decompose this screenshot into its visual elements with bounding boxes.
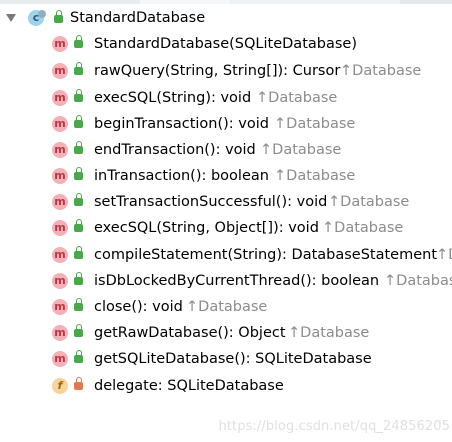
method-icon: m: [52, 36, 68, 52]
public-lock-icon: [74, 193, 83, 206]
tree-item-method[interactable]: m inTransaction(): boolean ↑Database: [0, 164, 452, 190]
item-signature: rawQuery(String, String[]): Cursor: [94, 63, 341, 79]
class-modifier-icon: [38, 10, 46, 18]
item-signature: StandardDatabase(SQLiteDatabase): [94, 36, 357, 52]
toolbar-segment: [140, 0, 230, 4]
item-signature: getRawDatabase(): Object: [94, 325, 286, 341]
public-lock-icon: [74, 89, 83, 102]
method-icon: m: [52, 351, 68, 367]
inherited-from-label: ↑Database: [340, 63, 422, 79]
tree-item-field[interactable]: f delegate: SQLiteDatabase: [0, 374, 452, 400]
item-signature: execSQL(String): void: [94, 90, 252, 106]
tree-item-method[interactable]: m rawQuery(String, String[]): Cursor ↑Da…: [0, 59, 452, 85]
item-signature: inTransaction(): boolean: [94, 168, 269, 184]
public-lock-icon: [74, 324, 83, 337]
item-signature: isDbLockedByCurrentThread(): boolean: [94, 273, 380, 289]
public-lock-icon: [54, 10, 63, 23]
public-lock-icon: [74, 141, 83, 154]
tree-item-method[interactable]: m execSQL(String): void ↑Database: [0, 86, 452, 112]
item-signature: setTransactionSuccessful(): void: [94, 194, 328, 210]
method-icon: m: [52, 168, 68, 184]
method-icon: m: [52, 116, 68, 132]
inherited-from-label: ↑Database: [288, 325, 370, 341]
tree-item-method[interactable]: m compileStatement(String): DatabaseStat…: [0, 243, 452, 269]
item-signature: beginTransaction(): void: [94, 116, 269, 132]
public-lock-icon: [74, 219, 83, 232]
tree-item-method[interactable]: m beginTransaction(): void ↑Database: [0, 112, 452, 138]
inherited-from-label: ↑Database: [328, 194, 410, 210]
tree-item-method[interactable]: m isDbLockedByCurrentThread(): boolean ↑…: [0, 269, 452, 295]
toolbar-segment: [400, 0, 452, 4]
inherited-from-label: ↑Database: [322, 220, 404, 236]
root-class-label: StandardDatabase: [70, 10, 206, 26]
tree-item-method[interactable]: m getRawDatabase(): Object ↑Database: [0, 321, 452, 347]
item-signature: delegate: SQLiteDatabase: [94, 378, 284, 394]
tree-item-method[interactable]: m setTransactionSuccessful(): void ↑Data…: [0, 190, 452, 216]
item-signature: getSQLiteDatabase(): SQLiteDatabase: [94, 351, 372, 367]
inherited-from-label: ↑Databas: [384, 273, 452, 289]
method-icon: m: [52, 299, 68, 315]
inherited-from-label: ↑Database: [274, 168, 356, 184]
toolbar-segment: [230, 0, 400, 4]
inherited-from-label: ↑Database: [274, 116, 356, 132]
method-icon: m: [52, 325, 68, 341]
method-icon: m: [52, 194, 68, 210]
public-lock-icon: [74, 246, 83, 259]
public-lock-icon: [74, 115, 83, 128]
watermark-text: https://blog.csdn.net/qq_24856205: [218, 419, 450, 434]
public-lock-icon: [74, 298, 83, 311]
method-icon: m: [52, 247, 68, 263]
public-lock-icon: [74, 35, 83, 48]
inherited-from-label: ↑Database: [260, 142, 342, 158]
expand-arrow-icon[interactable]: [6, 14, 16, 22]
inherited-from-label: ↑Database: [186, 299, 268, 315]
structure-root-class[interactable]: c StandardDatabase: [0, 6, 452, 32]
tree-item-method[interactable]: m execSQL(String, Object[]): void ↑Datab…: [0, 216, 452, 242]
public-lock-icon: [74, 350, 83, 363]
public-lock-icon: [74, 272, 83, 285]
tree-item-method[interactable]: m getSQLiteDatabase(): SQLiteDatabase: [0, 347, 452, 373]
method-icon: m: [52, 220, 68, 236]
method-icon: m: [52, 142, 68, 158]
private-lock-icon: [74, 377, 83, 390]
item-signature: execSQL(String, Object[]): void: [94, 220, 319, 236]
tree-item-method[interactable]: m endTransaction(): void ↑Database: [0, 138, 452, 164]
item-signature: compileStatement(String): DatabaseStatem…: [94, 247, 438, 263]
inherited-from-label: ↑Database: [256, 90, 338, 106]
method-icon: m: [52, 90, 68, 106]
inherited-from-label: ↑D: [436, 247, 452, 263]
top-toolbar-strip: [0, 0, 452, 4]
item-signature: close(): void: [94, 299, 183, 315]
item-signature: endTransaction(): void: [94, 142, 256, 158]
field-icon: f: [52, 378, 68, 394]
method-icon: m: [52, 273, 68, 289]
toolbar-segment: [0, 0, 140, 4]
method-icon: m: [52, 63, 68, 79]
tree-item-method[interactable]: m close(): void ↑Database: [0, 295, 452, 321]
public-lock-icon: [74, 167, 83, 180]
tree-item-method[interactable]: m StandardDatabase(SQLiteDatabase): [0, 32, 452, 58]
public-lock-icon: [74, 62, 83, 75]
